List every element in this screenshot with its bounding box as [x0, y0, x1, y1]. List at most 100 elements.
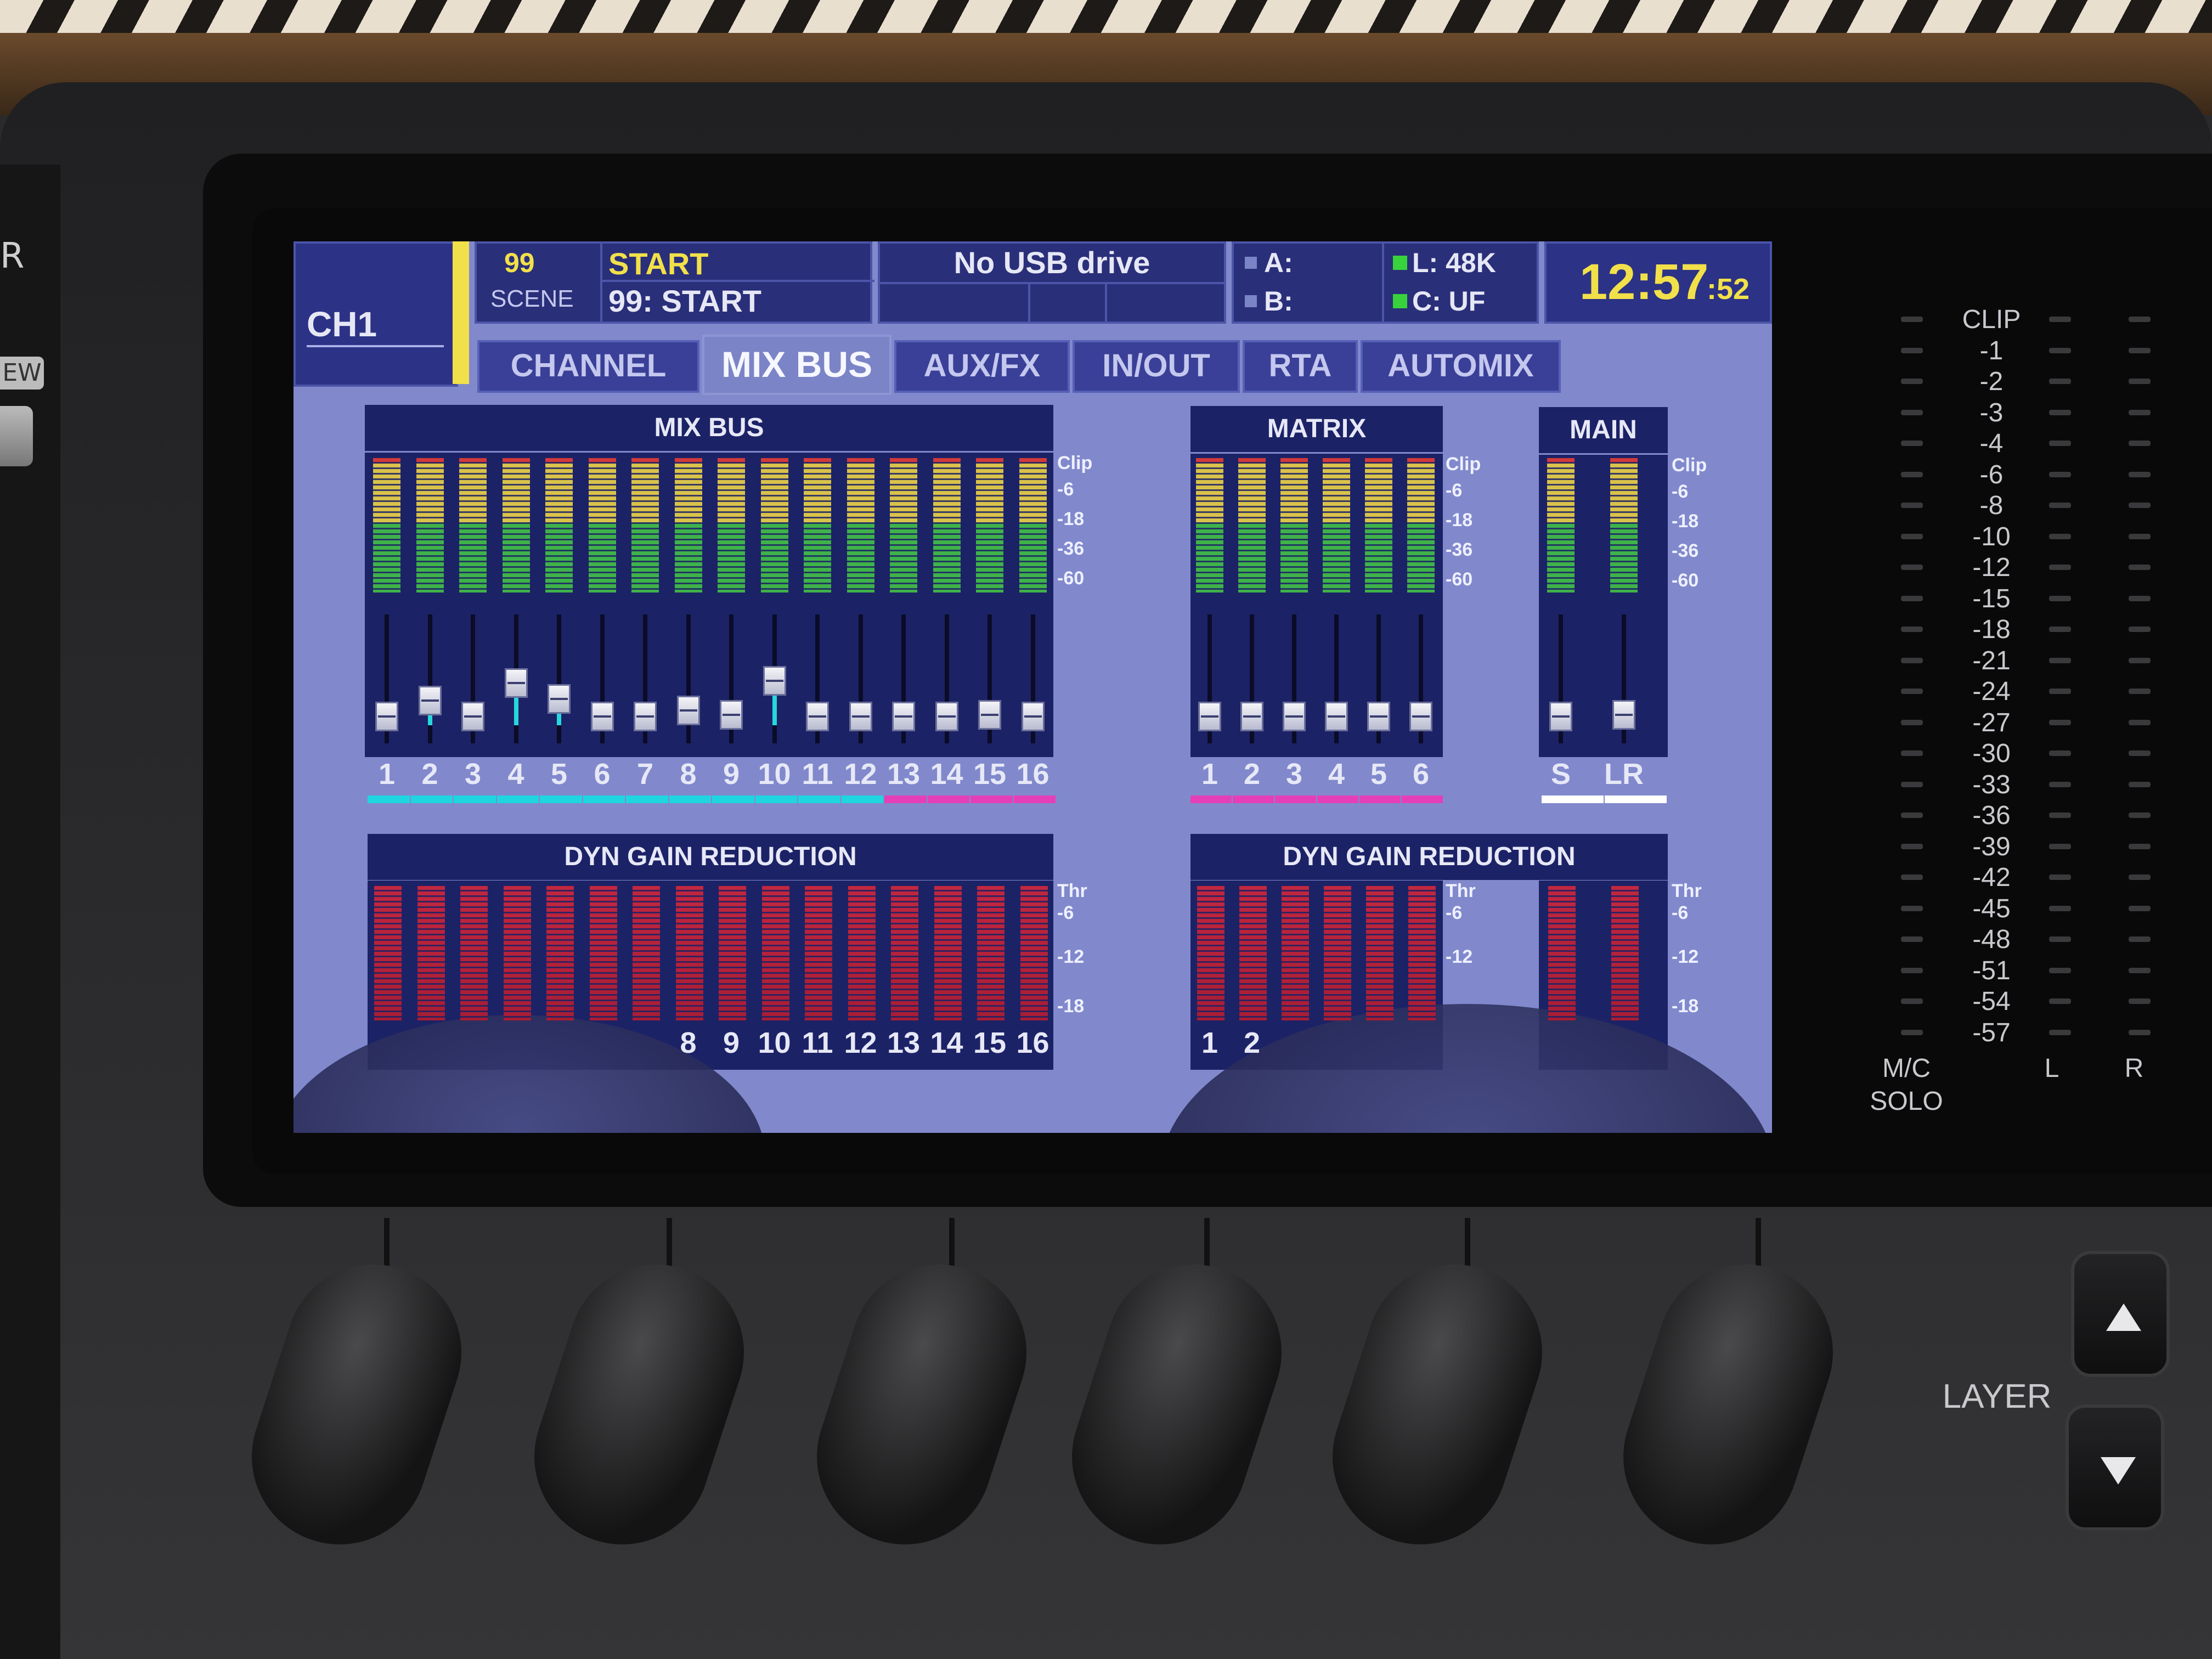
- hw-mc-label: M/C: [1882, 1054, 1931, 1083]
- c-indicator-icon: [1393, 294, 1407, 308]
- tab-in-out[interactable]: IN/OUT: [1073, 340, 1240, 393]
- mixbus-channel-label[interactable]: 2: [409, 757, 452, 791]
- mixbus-fader-9[interactable]: [720, 699, 743, 730]
- mixbus-fader-2[interactable]: [418, 686, 442, 716]
- mixbus-channel-label[interactable]: 12: [839, 757, 882, 791]
- matrix-meter-1: [1196, 458, 1223, 592]
- mainbus-scale-label: -18: [1672, 511, 1699, 532]
- mixbus-fader-3[interactable]: [461, 702, 484, 732]
- mainbus-meter-LR: [1610, 458, 1638, 592]
- mixbus-channel-label[interactable]: 8: [667, 757, 710, 791]
- mixbus-channel-label[interactable]: 6: [581, 757, 624, 791]
- tab-aux-fx[interactable]: AUX/FX: [894, 340, 1070, 393]
- mixbus-fader-16[interactable]: [1021, 702, 1045, 732]
- hw-r-label: R: [2124, 1054, 2144, 1083]
- matrix-channel-label[interactable]: 3: [1273, 757, 1316, 791]
- hw-meter-led-mc: [1901, 719, 1923, 725]
- mainbus-fader-S[interactable]: [1549, 702, 1572, 732]
- matrix-channel-label[interactable]: 1: [1188, 757, 1231, 791]
- matrix-fader-4[interactable]: [1325, 702, 1348, 732]
- matrix-channel-label[interactable]: 5: [1357, 757, 1400, 791]
- mainbus-fader-LR[interactable]: [1612, 699, 1635, 730]
- mixbus-fader-11[interactable]: [806, 702, 829, 732]
- mixbus-channel-label[interactable]: 4: [495, 757, 538, 791]
- mixbus-channel-label[interactable]: 11: [796, 757, 839, 791]
- dyn-left-title: DYN GAIN REDUCTION: [368, 834, 1053, 880]
- matrix-channel-label[interactable]: 6: [1400, 757, 1442, 791]
- mainbus-channel-label[interactable]: S: [1539, 757, 1582, 791]
- layer-down-button[interactable]: [2066, 1404, 2164, 1531]
- mixbus-fader-10[interactable]: [763, 666, 786, 696]
- dyn-right-matrix-gr-meter-3: [1282, 886, 1309, 1020]
- mixbus-channel-label[interactable]: 13: [882, 757, 925, 791]
- mixbus-channel-label[interactable]: 14: [926, 757, 968, 791]
- mixbus-channel-label[interactable]: 9: [710, 757, 753, 791]
- mixbus-meter-4: [502, 458, 530, 592]
- matrix-fader-6[interactable]: [1409, 702, 1432, 732]
- dyn-right-matrix-scale-label: -6: [1446, 902, 1463, 923]
- dyn-left-scale-label: -18: [1057, 996, 1085, 1017]
- mixbus-fader-4[interactable]: [504, 668, 528, 698]
- matrix-meter-4: [1323, 458, 1350, 592]
- dyn-left-gr-meter-1: [374, 886, 402, 1020]
- dyn-left-channel-label: 16: [1016, 1026, 1049, 1059]
- matrix-fader-1[interactable]: [1198, 702, 1221, 732]
- mixbus-fader-5[interactable]: [548, 684, 571, 714]
- hw-meter-led-l: [2049, 379, 2071, 384]
- mixbus-fader-6[interactable]: [590, 702, 614, 732]
- hw-meter-led-r: [2129, 936, 2151, 942]
- clock-seconds: :52: [1707, 273, 1750, 306]
- tab-rta[interactable]: RTA: [1243, 340, 1358, 393]
- mixbus-channel-label[interactable]: 10: [753, 757, 796, 791]
- tab-mix-bus[interactable]: MIX BUS: [702, 335, 891, 395]
- dyn-right-main-scale-label: -18: [1672, 996, 1699, 1017]
- dyn-left-channel-label: 14: [930, 1026, 963, 1059]
- matrix-channel-label[interactable]: 2: [1231, 757, 1273, 791]
- mainbus-channel-label[interactable]: LR: [1602, 757, 1645, 791]
- mixbus-channel-underline-10: [755, 795, 797, 803]
- mixbus-channel-label[interactable]: 1: [365, 757, 408, 791]
- dyn-left-gr-meter-16: [1020, 886, 1048, 1020]
- mixbus-fader-14[interactable]: [935, 702, 958, 732]
- mixbus-channel-label[interactable]: 3: [452, 757, 494, 791]
- hw-meter-led-r: [2129, 998, 2151, 1004]
- mixbus-fader-15[interactable]: [978, 699, 1001, 730]
- dyn-right-channel-label: 2: [1243, 1026, 1261, 1059]
- usb-box[interactable]: No USB drive: [878, 241, 1226, 324]
- layer-label: LAYER: [1942, 1378, 2052, 1415]
- matrix-panel-title: MATRIX: [1190, 406, 1443, 452]
- mixbus-channel-label[interactable]: 16: [1012, 757, 1054, 791]
- mixbus-channel-underline-13: [884, 795, 927, 803]
- mixbus-meter-9: [718, 458, 745, 592]
- matrix-fader-3[interactable]: [1283, 702, 1306, 732]
- mixbus-fader-12[interactable]: [849, 702, 872, 732]
- mixbus-channel-label[interactable]: 5: [538, 757, 580, 791]
- hw-meter-led-mc: [1901, 781, 1923, 787]
- tab-automix[interactable]: AUTOMIX: [1361, 340, 1561, 393]
- hw-meter-scale-label: -3: [1979, 398, 2004, 427]
- mixbus-fader-13[interactable]: [892, 702, 915, 732]
- scene-full-name: 99: START: [608, 284, 761, 318]
- hw-meter-led-r: [2129, 812, 2151, 818]
- scene-box[interactable]: 99 SCENE START 99: START: [475, 241, 874, 324]
- hw-meter-scale-label: -15: [1972, 584, 2011, 613]
- layer-up-button[interactable]: [2071, 1251, 2170, 1377]
- channel-indicator[interactable]: CH1: [294, 241, 458, 387]
- dyn-left-channel-label: 13: [887, 1026, 921, 1059]
- dyn-left-gr-meter-12: [848, 886, 876, 1020]
- mixbus-fader-7[interactable]: [634, 702, 657, 732]
- mixbus-fader-8[interactable]: [676, 696, 700, 726]
- mixbus-channel-label[interactable]: 7: [624, 757, 667, 791]
- mixbus-meter-2: [416, 458, 444, 592]
- tab-channel[interactable]: CHANNEL: [477, 340, 699, 393]
- mixbus-fader-1[interactable]: [375, 702, 398, 732]
- mainbus-meter-S: [1547, 458, 1575, 592]
- matrix-fader-2[interactable]: [1240, 702, 1263, 732]
- mainbus-scale-label: -36: [1672, 540, 1699, 561]
- matrix-channel-underline-5: [1359, 795, 1401, 803]
- matrix-channel-label[interactable]: 4: [1315, 757, 1358, 791]
- console-left-button[interactable]: [0, 406, 33, 466]
- matrix-fader-5[interactable]: [1367, 702, 1390, 732]
- dyn-left-gr-meter-15: [977, 886, 1005, 1020]
- mixbus-channel-label[interactable]: 15: [968, 757, 1011, 791]
